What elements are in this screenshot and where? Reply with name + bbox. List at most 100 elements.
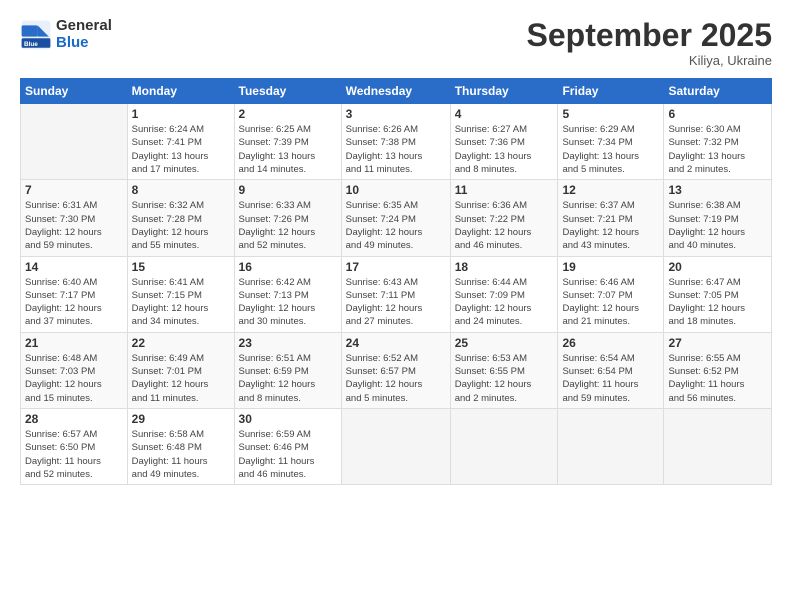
table-row: 22 Sunrise: 6:49 AM Sunset: 7:01 PM Dayli… xyxy=(127,332,234,408)
header-monday: Monday xyxy=(127,79,234,104)
table-row: 24 Sunrise: 6:52 AM Sunset: 6:57 PM Dayli… xyxy=(341,332,450,408)
table-row: 11Sunrise: 6:36 AM Sunset: 7:22 PM Dayli… xyxy=(450,180,558,256)
table-row: 10 Sunrise: 6:35 AM Sunset: 7:24 PM Dayli… xyxy=(341,180,450,256)
day-number: 15 xyxy=(132,260,230,274)
day-info: Sunrise: 6:41 AM Sunset: 7:15 PM Dayligh… xyxy=(132,276,230,329)
day-number: 6 xyxy=(668,107,767,121)
day-number: 5 xyxy=(562,107,659,121)
day-number: 14 xyxy=(25,260,123,274)
table-row: 15 Sunrise: 6:41 AM Sunset: 7:15 PM Dayli… xyxy=(127,256,234,332)
day-info: Sunrise: 6:27 AM Sunset: 7:36 PM Dayligh… xyxy=(455,123,554,176)
table-row: 13Sunrise: 6:38 AM Sunset: 7:19 PM Dayli… xyxy=(664,180,772,256)
day-info: Sunrise: 6:33 AM Sunset: 7:26 PM Dayligh… xyxy=(239,199,337,252)
table-row xyxy=(341,408,450,484)
table-row xyxy=(21,104,128,180)
day-info: Sunrise: 6:47 AM Sunset: 7:05 PM Dayligh… xyxy=(668,276,767,329)
table-row: 23Sunrise: 6:51 AM Sunset: 6:59 PM Dayli… xyxy=(234,332,341,408)
table-row: 12 Sunrise: 6:37 AM Sunset: 7:21 PM Dayli… xyxy=(558,180,664,256)
table-row: 6Sunrise: 6:30 AM Sunset: 7:32 PM Daylig… xyxy=(664,104,772,180)
day-number: 11 xyxy=(455,183,554,197)
header: Blue General Blue September 2025 Kiliya,… xyxy=(20,18,772,68)
table-row xyxy=(450,408,558,484)
day-number: 13 xyxy=(668,183,767,197)
logo-blue-text: Blue xyxy=(56,35,112,52)
table-row: 9 Sunrise: 6:33 AM Sunset: 7:26 PM Daylig… xyxy=(234,180,341,256)
day-number: 30 xyxy=(239,412,337,426)
day-info: Sunrise: 6:54 AM Sunset: 6:54 PM Dayligh… xyxy=(562,352,659,405)
header-sunday: Sunday xyxy=(21,79,128,104)
day-number: 12 xyxy=(562,183,659,197)
table-row: 19 Sunrise: 6:46 AM Sunset: 7:07 PM Dayli… xyxy=(558,256,664,332)
table-row: 7 Sunrise: 6:31 AM Sunset: 7:30 PM Daylig… xyxy=(21,180,128,256)
table-row: 28 Sunrise: 6:57 AM Sunset: 6:50 PM Dayli… xyxy=(21,408,128,484)
day-number: 28 xyxy=(25,412,123,426)
table-row: 21 Sunrise: 6:48 AM Sunset: 7:03 PM Dayli… xyxy=(21,332,128,408)
table-row: 25 Sunrise: 6:53 AM Sunset: 6:55 PM Dayli… xyxy=(450,332,558,408)
day-number: 19 xyxy=(562,260,659,274)
day-info: Sunrise: 6:49 AM Sunset: 7:01 PM Dayligh… xyxy=(132,352,230,405)
table-row: 27 Sunrise: 6:55 AM Sunset: 6:52 PM Dayli… xyxy=(664,332,772,408)
day-info: Sunrise: 6:29 AM Sunset: 7:34 PM Dayligh… xyxy=(562,123,659,176)
calendar-week-4: 21 Sunrise: 6:48 AM Sunset: 7:03 PM Dayli… xyxy=(21,332,772,408)
day-info: Sunrise: 6:26 AM Sunset: 7:38 PM Dayligh… xyxy=(346,123,446,176)
day-number: 23 xyxy=(239,336,337,350)
table-row: 5 Sunrise: 6:29 AM Sunset: 7:34 PM Daylig… xyxy=(558,104,664,180)
day-info: Sunrise: 6:32 AM Sunset: 7:28 PM Dayligh… xyxy=(132,199,230,252)
table-row: 17Sunrise: 6:43 AM Sunset: 7:11 PM Dayli… xyxy=(341,256,450,332)
day-number: 29 xyxy=(132,412,230,426)
day-number: 22 xyxy=(132,336,230,350)
header-tuesday: Tuesday xyxy=(234,79,341,104)
calendar-week-3: 14 Sunrise: 6:40 AM Sunset: 7:17 PM Dayli… xyxy=(21,256,772,332)
day-info: Sunrise: 6:24 AM Sunset: 7:41 PM Dayligh… xyxy=(132,123,230,176)
day-info: Sunrise: 6:37 AM Sunset: 7:21 PM Dayligh… xyxy=(562,199,659,252)
table-row: 4 Sunrise: 6:27 AM Sunset: 7:36 PM Daylig… xyxy=(450,104,558,180)
day-info: Sunrise: 6:59 AM Sunset: 6:46 PM Dayligh… xyxy=(239,428,337,481)
day-info: Sunrise: 6:48 AM Sunset: 7:03 PM Dayligh… xyxy=(25,352,123,405)
day-info: Sunrise: 6:57 AM Sunset: 6:50 PM Dayligh… xyxy=(25,428,123,481)
day-info: Sunrise: 6:31 AM Sunset: 7:30 PM Dayligh… xyxy=(25,199,123,252)
title-block: September 2025 Kiliya, Ukraine xyxy=(527,18,772,68)
logo: Blue General Blue xyxy=(20,18,112,51)
page: Blue General Blue September 2025 Kiliya,… xyxy=(0,0,792,612)
table-row xyxy=(664,408,772,484)
logo-text: General Blue xyxy=(56,18,112,51)
day-number: 7 xyxy=(25,183,123,197)
header-saturday: Saturday xyxy=(664,79,772,104)
day-number: 24 xyxy=(346,336,446,350)
day-number: 4 xyxy=(455,107,554,121)
day-number: 20 xyxy=(668,260,767,274)
day-info: Sunrise: 6:52 AM Sunset: 6:57 PM Dayligh… xyxy=(346,352,446,405)
day-number: 16 xyxy=(239,260,337,274)
day-number: 25 xyxy=(455,336,554,350)
day-info: Sunrise: 6:43 AM Sunset: 7:11 PM Dayligh… xyxy=(346,276,446,329)
day-info: Sunrise: 6:40 AM Sunset: 7:17 PM Dayligh… xyxy=(25,276,123,329)
calendar-week-2: 7 Sunrise: 6:31 AM Sunset: 7:30 PM Daylig… xyxy=(21,180,772,256)
day-number: 9 xyxy=(239,183,337,197)
table-row: 2Sunrise: 6:25 AM Sunset: 7:39 PM Daylig… xyxy=(234,104,341,180)
table-row: 16Sunrise: 6:42 AM Sunset: 7:13 PM Dayli… xyxy=(234,256,341,332)
header-wednesday: Wednesday xyxy=(341,79,450,104)
table-row: 26 Sunrise: 6:54 AM Sunset: 6:54 PM Dayli… xyxy=(558,332,664,408)
day-info: Sunrise: 6:46 AM Sunset: 7:07 PM Dayligh… xyxy=(562,276,659,329)
calendar-week-5: 28 Sunrise: 6:57 AM Sunset: 6:50 PM Dayli… xyxy=(21,408,772,484)
day-info: Sunrise: 6:35 AM Sunset: 7:24 PM Dayligh… xyxy=(346,199,446,252)
table-row: 8Sunrise: 6:32 AM Sunset: 7:28 PM Daylig… xyxy=(127,180,234,256)
table-row: 1 Sunrise: 6:24 AM Sunset: 7:41 PM Daylig… xyxy=(127,104,234,180)
svg-text:Blue: Blue xyxy=(24,41,38,48)
day-info: Sunrise: 6:25 AM Sunset: 7:39 PM Dayligh… xyxy=(239,123,337,176)
day-number: 3 xyxy=(346,107,446,121)
day-number: 26 xyxy=(562,336,659,350)
day-info: Sunrise: 6:44 AM Sunset: 7:09 PM Dayligh… xyxy=(455,276,554,329)
day-number: 21 xyxy=(25,336,123,350)
logo-icon: Blue xyxy=(20,19,52,51)
day-number: 27 xyxy=(668,336,767,350)
logo-general-text: General xyxy=(56,18,112,35)
table-row: 20 Sunrise: 6:47 AM Sunset: 7:05 PM Dayli… xyxy=(664,256,772,332)
day-number: 10 xyxy=(346,183,446,197)
day-info: Sunrise: 6:55 AM Sunset: 6:52 PM Dayligh… xyxy=(668,352,767,405)
table-row: 29Sunrise: 6:58 AM Sunset: 6:48 PM Dayli… xyxy=(127,408,234,484)
month-title: September 2025 xyxy=(527,18,772,53)
day-info: Sunrise: 6:53 AM Sunset: 6:55 PM Dayligh… xyxy=(455,352,554,405)
day-number: 1 xyxy=(132,107,230,121)
location-subtitle: Kiliya, Ukraine xyxy=(527,53,772,68)
